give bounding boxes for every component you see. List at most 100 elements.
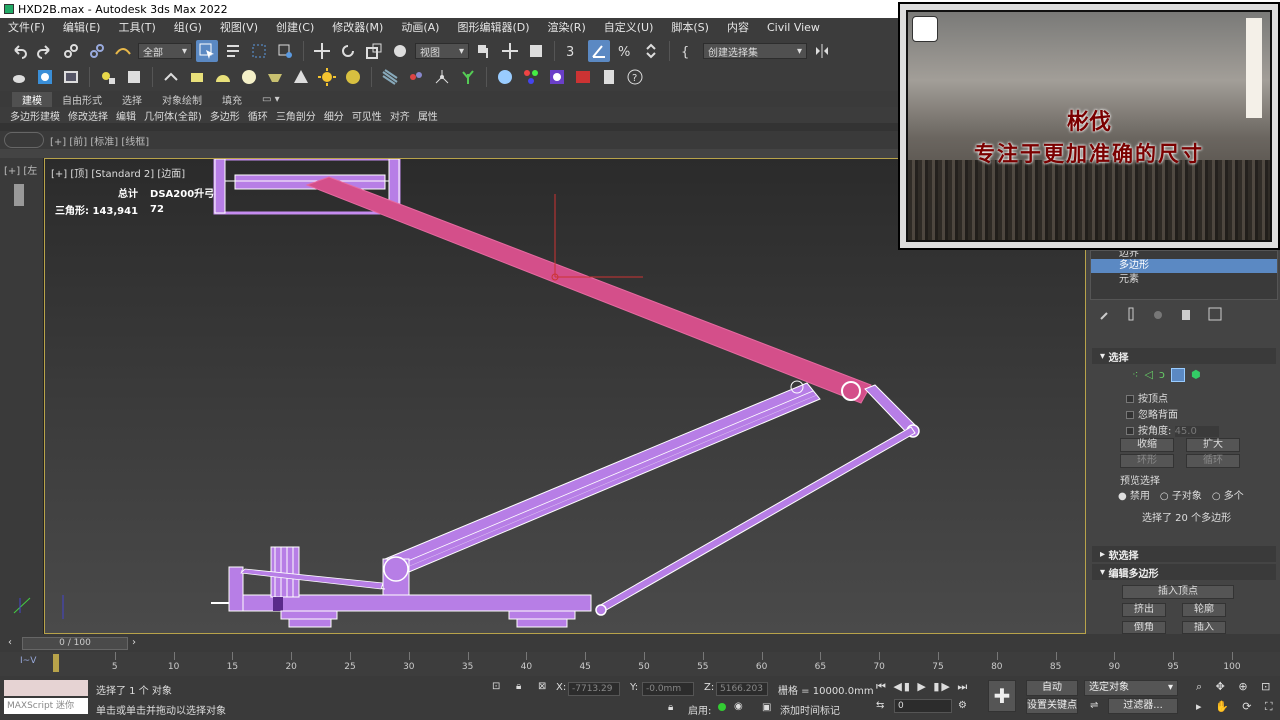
bowl-icon[interactable] bbox=[264, 66, 286, 88]
lock-icon[interactable]: 🔒︎ bbox=[668, 702, 673, 713]
select-by-name-icon[interactable] bbox=[222, 40, 244, 62]
unlink-icon[interactable] bbox=[86, 40, 108, 62]
menu-file[interactable]: 文件(F) bbox=[0, 19, 55, 35]
transform-gizmo[interactable] bbox=[551, 194, 643, 281]
color-dots-icon[interactable] bbox=[520, 66, 542, 88]
menu-views[interactable]: 视图(V) bbox=[212, 19, 268, 35]
menu-customize[interactable]: 自定义(U) bbox=[596, 19, 664, 35]
preview-disabled-radio[interactable]: ● 禁用 bbox=[1118, 487, 1150, 502]
cone-icon[interactable] bbox=[290, 66, 312, 88]
rendered-frame-icon[interactable] bbox=[60, 66, 82, 88]
set-key-button[interactable]: 设置关键点 bbox=[1026, 698, 1078, 714]
time-slider-knob[interactable]: 0 / 100 bbox=[22, 637, 128, 650]
configure-sets-icon[interactable] bbox=[1208, 306, 1222, 325]
vertex-mode-icon[interactable]: ⁖ bbox=[1132, 368, 1138, 382]
time-tag-icon[interactable]: ▣ bbox=[762, 702, 771, 713]
bevel-button[interactable]: 倒角 bbox=[1122, 621, 1166, 634]
record-icon[interactable]: ◉ bbox=[734, 701, 743, 712]
ribbon-geometry-all[interactable]: 几何体(全部) bbox=[144, 108, 202, 123]
hair-icon[interactable] bbox=[379, 66, 401, 88]
mirror-icon[interactable] bbox=[811, 40, 833, 62]
key-filter-selector[interactable]: 选定对象 ▾ bbox=[1084, 680, 1178, 696]
upper-arm-selected[interactable] bbox=[305, 176, 872, 404]
render-frame-icon[interactable] bbox=[572, 66, 594, 88]
menu-tools[interactable]: 工具(T) bbox=[110, 19, 165, 35]
sphere-icon[interactable] bbox=[238, 66, 260, 88]
scene-explorer-icon[interactable] bbox=[123, 66, 145, 88]
playback-controls[interactable]: ⏮ ◀▮ ▶ ▮▶ ⏭ bbox=[876, 680, 969, 694]
menu-scripting[interactable]: 脚本(S) bbox=[663, 19, 719, 35]
material-editor-icon[interactable] bbox=[160, 66, 182, 88]
material-browser-icon[interactable] bbox=[546, 66, 568, 88]
key-filters-icon[interactable]: ⇌ bbox=[1090, 700, 1098, 711]
shrink-button[interactable]: 收缩 bbox=[1120, 438, 1174, 452]
light-lister-icon[interactable] bbox=[97, 66, 119, 88]
hemisphere-icon[interactable] bbox=[212, 66, 234, 88]
by-vertex-option[interactable]: 按顶点 bbox=[1126, 390, 1168, 405]
viewport-nav-row2[interactable]: ▸ ✋ ⟳ ⛶ bbox=[1196, 700, 1278, 714]
extrude-button[interactable]: 挤出 bbox=[1122, 603, 1166, 617]
time-prev-icon[interactable]: ‹ bbox=[8, 637, 12, 648]
soft-selection-rollout[interactable]: ▸ 软选择 bbox=[1092, 546, 1276, 562]
menu-animation[interactable]: 动画(A) bbox=[393, 19, 449, 35]
ribbon-loops[interactable]: 循环 bbox=[248, 108, 268, 123]
ignore-backfacing-option[interactable]: 忽略背面 bbox=[1126, 406, 1178, 421]
lower-arm[interactable] bbox=[384, 382, 821, 578]
ribbon-poly-modeling[interactable]: 多边形建模 bbox=[10, 108, 60, 123]
plane-icon[interactable] bbox=[186, 66, 208, 88]
help-icon[interactable]: ? bbox=[624, 66, 646, 88]
edit-polygons-rollout[interactable]: ▾ 编辑多边形 bbox=[1092, 564, 1276, 580]
spinner-snap-icon[interactable] bbox=[640, 40, 662, 62]
preview-subobject-radio[interactable]: ○ 子对象 bbox=[1160, 487, 1202, 502]
time-config-icon[interactable]: ⚙︎ bbox=[958, 700, 967, 711]
ribbon-polygons[interactable]: 多边形 bbox=[210, 108, 240, 123]
menu-rendering[interactable]: 渲染(R) bbox=[540, 19, 596, 35]
angle-snap-icon[interactable] bbox=[588, 40, 610, 62]
sun-icon[interactable] bbox=[316, 66, 338, 88]
selection-filter-combo[interactable]: 全部 ▾ bbox=[138, 43, 192, 59]
menu-civil-view[interactable]: Civil View bbox=[759, 21, 830, 34]
tab-selection[interactable]: 选择 bbox=[112, 92, 152, 107]
scale-icon[interactable] bbox=[363, 40, 385, 62]
z-coordinate-field[interactable]: 5166.203 bbox=[716, 682, 768, 696]
insert-vertex-button[interactable]: 插入顶点 bbox=[1122, 585, 1234, 599]
stack-item-polygon[interactable]: 多边形 bbox=[1091, 259, 1277, 273]
render-setup-icon[interactable] bbox=[34, 66, 56, 88]
angle-spinner[interactable]: 45.0 bbox=[1174, 426, 1219, 437]
viewcube-mini[interactable] bbox=[4, 132, 44, 148]
selection-rollout[interactable]: ▾ 选择 bbox=[1092, 348, 1276, 364]
ribbon-options-icon[interactable]: ▭ ▾ bbox=[252, 94, 290, 105]
key-mode-icon[interactable]: ⇆ bbox=[876, 700, 884, 711]
show-end-result-icon[interactable] bbox=[1126, 306, 1136, 325]
ring-button[interactable]: 环形 bbox=[1120, 454, 1174, 468]
molecule-icon[interactable] bbox=[431, 66, 453, 88]
percent-snap-icon[interactable]: % bbox=[614, 40, 636, 62]
y-coordinate-field[interactable]: -0.0mm bbox=[642, 682, 694, 696]
bind-spacewarp-icon[interactable] bbox=[112, 40, 134, 62]
menu-group[interactable]: 组(G) bbox=[166, 19, 212, 35]
reference-coord-combo[interactable]: 视图 ▾ bbox=[415, 43, 469, 59]
current-frame-field[interactable]: 0 bbox=[894, 699, 952, 713]
delete-modifier-icon[interactable] bbox=[1180, 306, 1192, 325]
stack-item-element[interactable]: 元素 bbox=[1091, 273, 1277, 287]
particles-icon[interactable] bbox=[405, 66, 427, 88]
keyboard-shortcut-icon[interactable] bbox=[525, 40, 547, 62]
edge-mode-icon[interactable]: ◁ bbox=[1144, 368, 1152, 382]
by-angle-checkbox[interactable] bbox=[1126, 427, 1134, 435]
enable-status-dot[interactable] bbox=[718, 703, 726, 711]
ribbon-properties[interactable]: 属性 bbox=[418, 108, 438, 123]
selection-lock-icon[interactable]: 🔒︎ bbox=[516, 681, 521, 692]
ribbon-align[interactable]: 对齐 bbox=[390, 108, 410, 123]
maxscript-mini-input[interactable]: MAXScript 迷你 bbox=[4, 698, 88, 714]
select-object-icon[interactable] bbox=[196, 40, 218, 62]
auto-key-button[interactable]: 自动 bbox=[1026, 680, 1078, 696]
polygon-mode-icon[interactable] bbox=[1170, 368, 1185, 382]
viewport-nav-row1[interactable]: ⌕ ✥ ⊕ ⊡ bbox=[1196, 680, 1275, 694]
ignore-backfacing-checkbox[interactable] bbox=[1126, 411, 1134, 419]
by-vertex-checkbox[interactable] bbox=[1126, 395, 1134, 403]
ribbon-edit[interactable]: 编辑 bbox=[116, 108, 136, 123]
add-key-button[interactable]: ✚ bbox=[988, 680, 1016, 712]
named-selection-sets-combo[interactable]: 创建选择集 ▾ bbox=[703, 43, 807, 59]
render-sphere-icon[interactable] bbox=[494, 66, 516, 88]
loop-button[interactable]: 循环 bbox=[1186, 454, 1240, 468]
